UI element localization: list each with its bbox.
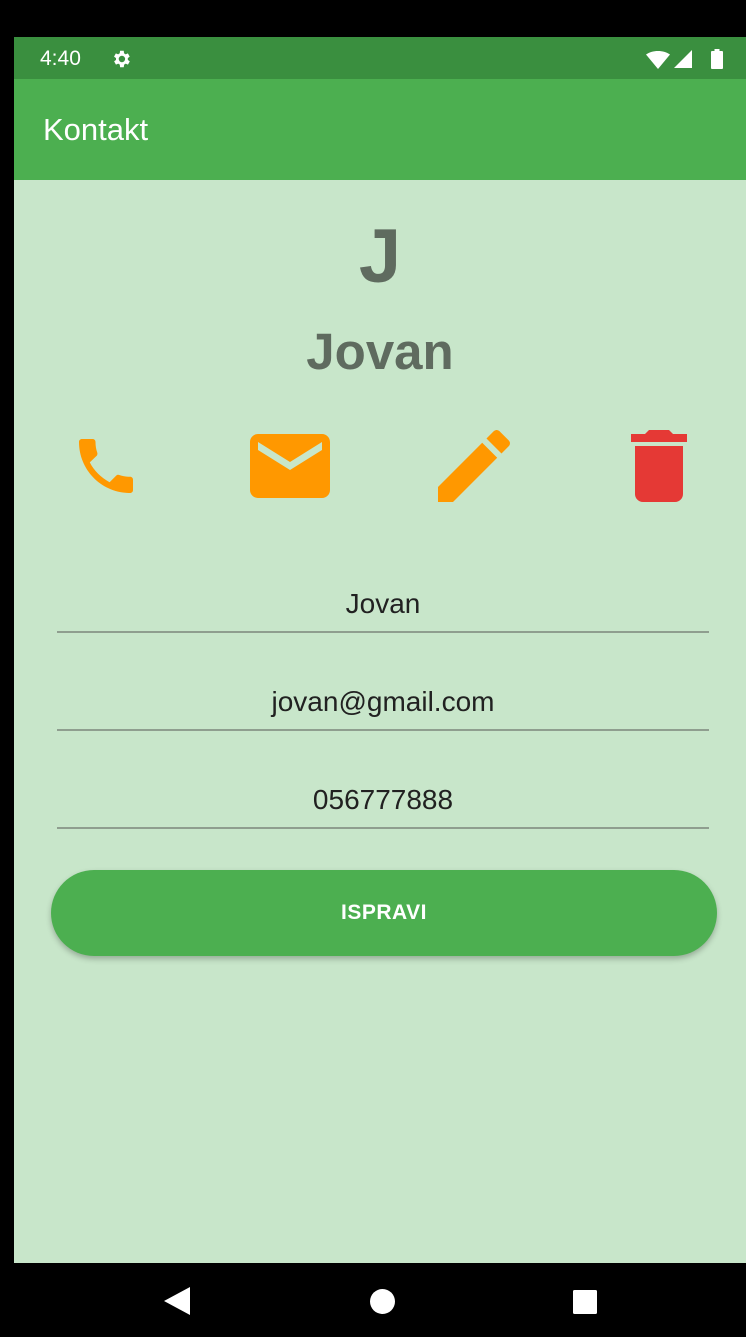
edit-icon	[438, 430, 510, 502]
wifi-icon	[646, 51, 670, 69]
delete-icon	[631, 430, 687, 502]
contact-name: Jovan	[306, 323, 454, 380]
call-button[interactable]	[66, 430, 146, 502]
gear-icon	[110, 48, 132, 70]
app-title: Kontakt	[43, 112, 149, 147]
status-bar: 4:40	[14, 37, 746, 79]
edit-button[interactable]	[434, 430, 514, 502]
email-field[interactable]	[57, 675, 709, 731]
email-button[interactable]	[250, 430, 330, 502]
name-field[interactable]	[57, 577, 709, 633]
navigation-bar	[14, 1263, 746, 1337]
mail-icon	[250, 434, 330, 498]
status-time: 4:40	[40, 47, 81, 70]
phone-field[interactable]	[57, 773, 709, 829]
battery-icon	[711, 49, 723, 69]
delete-button[interactable]	[619, 430, 699, 502]
home-icon[interactable]	[370, 1289, 395, 1314]
ispravi-button[interactable]: ISPRAVI	[51, 870, 717, 956]
signal-icon	[674, 50, 692, 68]
phone-icon	[79, 439, 133, 493]
back-icon[interactable]	[164, 1287, 190, 1315]
recent-apps-icon[interactable]	[573, 1290, 597, 1314]
app-bar: Kontakt	[14, 79, 746, 180]
app-screen: 4:40 Kontakt J Jovan Jovan jovan@gmail.c…	[14, 37, 746, 1263]
contact-initial: J	[358, 214, 402, 299]
